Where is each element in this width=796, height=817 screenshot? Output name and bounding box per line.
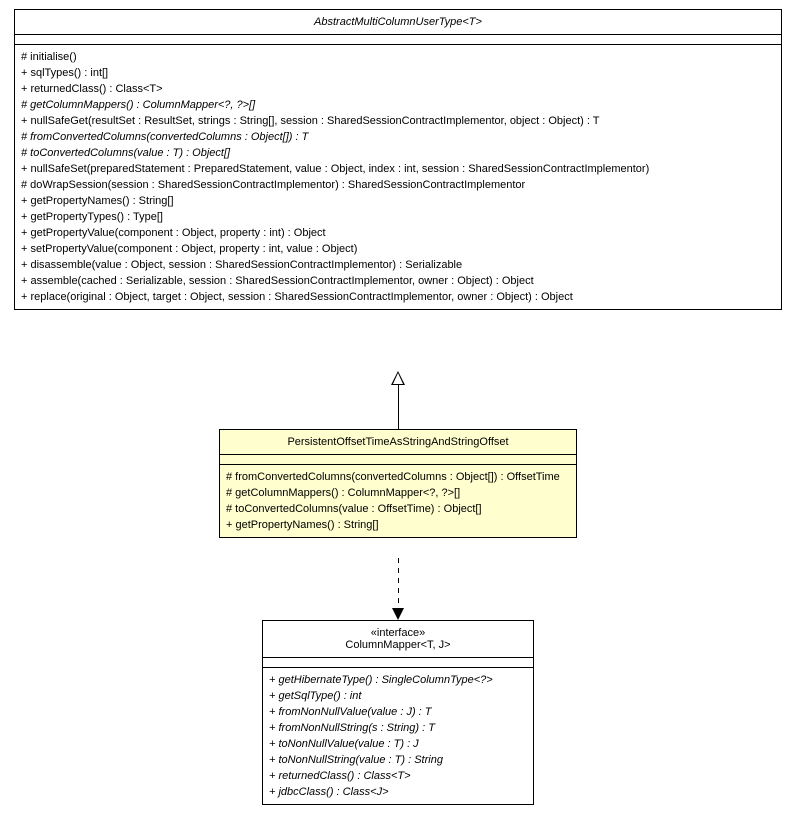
operation: # getColumnMappers() : ColumnMapper<?, ?… [226, 485, 570, 501]
operation: + assemble(cached : Serializable, sessio… [21, 273, 775, 289]
operation: + jdbcClass() : Class<J> [269, 784, 527, 800]
operation: + setPropertyValue(component : Object, p… [21, 241, 775, 257]
generalization-arrowhead-icon [391, 371, 405, 385]
operation: + fromNonNullValue(value : J) : T [269, 704, 527, 720]
operation: # fromConvertedColumns(convertedColumns … [21, 129, 775, 145]
operation: # getColumnMappers() : ColumnMapper<?, ?… [21, 97, 775, 113]
operation: + toNonNullString(value : T) : String [269, 752, 527, 768]
class-name: AbstractMultiColumnUserType<T> [21, 16, 775, 28]
operation: + nullSafeGet(resultSet : ResultSet, str… [21, 113, 775, 129]
operation: + returnedClass() : Class<T> [269, 768, 527, 784]
operation: + disassemble(value : Object, session : … [21, 257, 775, 273]
class-operations: + getHibernateType() : SingleColumnType<… [263, 668, 533, 804]
operation: + sqlTypes() : int[] [21, 65, 775, 81]
dependency-arrowhead-icon [392, 608, 404, 620]
class-title: AbstractMultiColumnUserType<T> [15, 10, 781, 35]
operation: + getPropertyTypes() : Type[] [21, 209, 775, 225]
class-stereotype: «interface» [269, 627, 527, 639]
generalization-line [398, 385, 399, 429]
class-name: PersistentOffsetTimeAsStringAndStringOff… [226, 436, 570, 448]
class-title: PersistentOffsetTimeAsStringAndStringOff… [220, 430, 576, 455]
operation: + nullSafeSet(preparedStatement : Prepar… [21, 161, 775, 177]
operation: + toNonNullValue(value : T) : J [269, 736, 527, 752]
class-attributes-empty [220, 455, 576, 465]
uml-class-column-mapper: «interface» ColumnMapper<T, J> + getHibe… [262, 620, 534, 805]
class-operations: # initialise()+ sqlTypes() : int[]+ retu… [15, 45, 781, 309]
operation: # toConvertedColumns(value : OffsetTime)… [226, 501, 570, 517]
class-title: «interface» ColumnMapper<T, J> [263, 621, 533, 658]
operation: # fromConvertedColumns(convertedColumns … [226, 469, 570, 485]
dependency-line [398, 558, 399, 610]
operation: # toConvertedColumns(value : T) : Object… [21, 145, 775, 161]
operation: + getPropertyNames() : String[] [226, 517, 570, 533]
uml-class-abstract-multicolumn-usertype: AbstractMultiColumnUserType<T> # initial… [14, 9, 782, 310]
operation: + fromNonNullString(s : String) : T [269, 720, 527, 736]
operation: + replace(original : Object, target : Ob… [21, 289, 775, 305]
operation: + getPropertyNames() : String[] [21, 193, 775, 209]
operation: # doWrapSession(session : SharedSessionC… [21, 177, 775, 193]
class-attributes-empty [15, 35, 781, 45]
operation: + getPropertyValue(component : Object, p… [21, 225, 775, 241]
class-attributes-empty [263, 658, 533, 668]
operation: + getHibernateType() : SingleColumnType<… [269, 672, 527, 688]
class-name: ColumnMapper<T, J> [269, 639, 527, 651]
operation: # initialise() [21, 49, 775, 65]
class-operations: # fromConvertedColumns(convertedColumns … [220, 465, 576, 537]
uml-class-persistent-offset-time: PersistentOffsetTimeAsStringAndStringOff… [219, 429, 577, 538]
operation: + getSqlType() : int [269, 688, 527, 704]
operation: + returnedClass() : Class<T> [21, 81, 775, 97]
